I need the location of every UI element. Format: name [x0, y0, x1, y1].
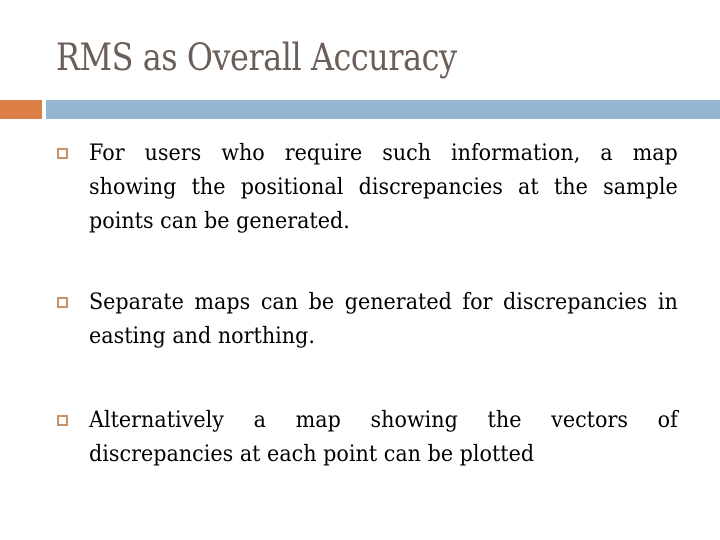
bullet-text: Separate maps can be generated for discr…: [89, 289, 678, 349]
bullet-text: Alternatively a map showing the vectors …: [89, 407, 678, 467]
bullet-list: For users who require such information, …: [0, 0, 720, 540]
hollow-square-bullet-icon: [57, 148, 68, 159]
hollow-square-bullet-icon: [57, 297, 68, 308]
bullet-text: For users who require such information, …: [89, 140, 678, 234]
hollow-square-bullet-icon: [57, 415, 68, 426]
